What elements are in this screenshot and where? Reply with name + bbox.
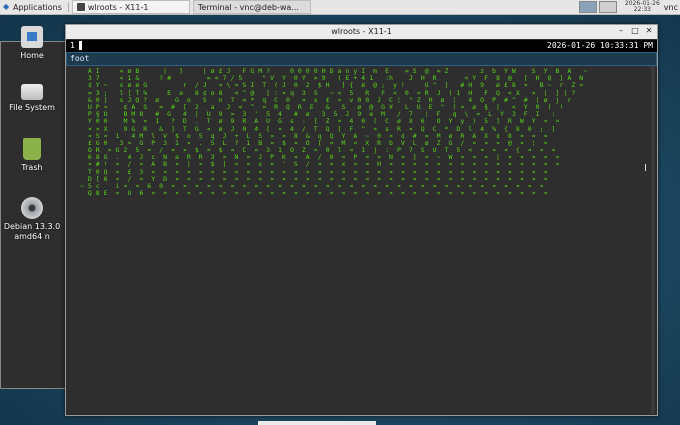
wlroots-window: wlroots - X11-1 – □ ✕ 1 2026-01-26 10:33… [65,24,658,416]
disc-icon [21,197,43,219]
window-title: wlroots - X11-1 [331,27,392,36]
workspace-2[interactable] [598,1,617,13]
desktop-icon-label: File System [9,103,55,112]
workspace-tag[interactable]: 1 [70,41,75,50]
matrix-rain-output: A I = ø B | ] | ø £ J F G M ? 0 0 0 0 H … [66,66,655,199]
foot-title-bar: foot [66,52,657,66]
system-tray: 2026-01-26 22:33 vnc [578,0,680,14]
window-icon [76,3,85,11]
home-folder-icon [21,26,43,48]
minimize-icon[interactable]: – [616,26,626,35]
bottom-panel-fragment [258,421,376,425]
top-panel: ◆ Applications wlroots - X11-1 Terminal … [0,0,680,389]
desktop-icon-filesystem[interactable]: File System [0,80,64,113]
desktop-icon-label: Home [20,51,44,60]
task-label: Terminal - vnc@deb-wa... [197,2,299,12]
task-wlroots[interactable]: wlroots - X11-1 [71,0,190,14]
workspace-1[interactable] [578,1,597,13]
wayland-status-bar: 1 2026-01-26 10:33:31 PM [66,40,657,52]
desktop-icon-label: Debian 13.3.0 amd64 n [3,222,61,241]
desktop-icon-label: Trash [21,163,43,172]
close-icon[interactable]: ✕ [644,26,654,35]
panel-separator [67,2,69,12]
desktop-icon-debian-disc[interactable]: Debian 13.3.0 amd64 n [0,197,64,242]
clock-time: 22:33 [633,6,651,13]
panel-clock[interactable]: 2026-01-26 22:33 [625,1,660,13]
applications-menu-icon: ◆ [3,2,10,11]
terminal-line: Q 8 E ¤ U 6 ¤ ¤ ¤ ¤ ¤ ¤ ¤ ¤ ¤ ¤ ¤ ¤ ¤ ¤ … [68,189,556,198]
user-menu[interactable]: vnc [664,3,680,12]
trash-icon [23,138,41,160]
desktop-icon-home[interactable]: Home [0,26,64,61]
foot-terminal[interactable]: A I = ø B | ] | ø £ J F G M ? 0 0 0 0 H … [66,66,655,414]
task-label: wlroots - X11-1 [87,2,149,12]
applications-menu[interactable]: ◆ Applications [0,0,65,14]
desktop-icon-trash[interactable]: Trash [0,138,64,173]
window-controls: – □ ✕ [616,26,654,35]
foot-title: foot [70,54,90,63]
text-cursor-icon: I [644,163,647,174]
applications-menu-label: Applications [13,2,62,12]
status-clock: 2026-01-26 10:33:31 PM [547,41,653,50]
terminal-edge [651,66,655,414]
task-terminal[interactable]: Terminal - vnc@deb-wa... [0,0,589,389]
drive-icon [21,84,43,100]
window-titlebar[interactable]: wlroots - X11-1 – □ ✕ [66,25,657,39]
maximize-icon[interactable]: □ [630,26,640,35]
tag-indicator [79,41,82,50]
